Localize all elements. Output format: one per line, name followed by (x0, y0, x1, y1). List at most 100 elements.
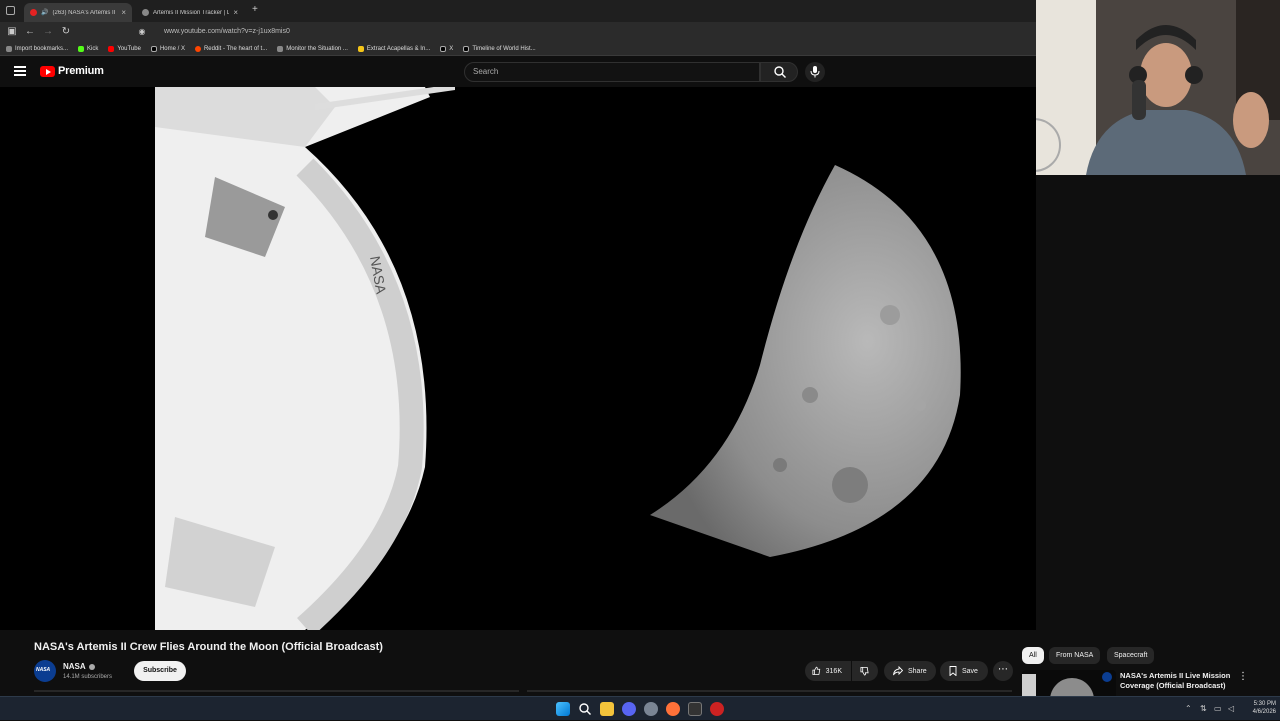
video-title: NASA's Artemis II Crew Flies Around the … (34, 641, 383, 653)
bookmark-label: Reddit - The heart of t... (203, 45, 268, 52)
dislike-button[interactable] (852, 661, 878, 681)
sidebar-toggle-icon[interactable]: ▣ (6, 26, 18, 38)
bookmark-label: Extract Acapellas & In... (366, 45, 431, 52)
page-icon (357, 45, 364, 52)
channel-avatar[interactable]: NASA (34, 660, 56, 682)
hamburger-menu-icon[interactable] (14, 66, 26, 76)
windows-taskbar: ⌃ ⇅ ▭ ◁ 5:30 PM 4/6/2026 (0, 696, 1280, 720)
kebab-menu-icon[interactable]: ⋮ (1238, 671, 1248, 682)
subscriber-count: 14.1M subscribers (63, 674, 113, 680)
bookmark-item[interactable]: Home / X (150, 45, 185, 52)
more-actions-button[interactable]: ⋯ (993, 661, 1013, 681)
bookmark-label: Import bookmarks... (15, 45, 69, 52)
x-icon (150, 45, 157, 52)
bookmark-item[interactable]: Reddit - The heart of t... (194, 45, 268, 52)
share-icon (893, 666, 903, 676)
new-tab-button[interactable]: + (252, 4, 258, 15)
bookmark-label: Timeline of World Hist... (472, 45, 536, 52)
thumbs-down-icon (860, 666, 869, 676)
bookmark-item[interactable]: Timeline of World Hist... (463, 45, 536, 52)
firefox-icon[interactable] (666, 702, 680, 716)
browser-icon[interactable] (710, 702, 724, 716)
youtube-favicon-icon (30, 9, 37, 16)
page-favicon-icon (142, 9, 149, 16)
reddit-icon (194, 45, 201, 52)
video-player[interactable]: NASA (0, 87, 1036, 630)
tab-label: (263) NASA's Artemis II Cre (52, 9, 117, 16)
search-button[interactable] (760, 62, 798, 82)
speaker-icon: 🔊 (41, 10, 49, 16)
page-icon (277, 45, 284, 52)
recommended-video-title[interactable]: NASA's Artemis II Live Mission Coverage … (1120, 671, 1238, 691)
youtube-play-icon (40, 65, 55, 77)
bookmark-item[interactable]: Extract Acapellas & In... (357, 45, 431, 52)
like-count: 316K (825, 667, 842, 675)
close-tab-icon[interactable]: × (121, 8, 126, 17)
moon-image (650, 165, 961, 557)
avatar-text: NASA (36, 667, 51, 673)
subscribe-button[interactable]: Subscribe (134, 661, 186, 681)
bookmark-item[interactable]: Import bookmarks... (6, 45, 69, 52)
youtube-premium-logo[interactable]: Premium (40, 65, 104, 77)
search-icon (774, 66, 786, 78)
verified-badge-icon (88, 663, 95, 670)
speaker-icon[interactable]: ◁ (1228, 704, 1234, 713)
secondary-column-background (1036, 175, 1280, 630)
forward-icon[interactable]: → (42, 26, 54, 38)
search-input[interactable]: Search (464, 62, 760, 82)
close-tab-icon[interactable]: × (233, 8, 238, 17)
site-info-icon[interactable]: ◉ (136, 26, 148, 38)
bookmark-label: X (449, 45, 454, 52)
content-divider (527, 690, 1012, 692)
bookmark-label: Kick (87, 45, 99, 52)
save-button[interactable]: Save (940, 661, 988, 681)
kick-icon (78, 45, 85, 52)
orion-spacecraft-image: NASA (155, 87, 455, 630)
channel-name-link[interactable]: NASA (63, 662, 95, 671)
bookmark-icon (949, 666, 957, 676)
bookmark-label: Home / X (159, 45, 185, 52)
chip-all[interactable]: All (1022, 647, 1044, 664)
bookmark-item[interactable]: Kick (78, 45, 99, 52)
microphone-icon (810, 66, 820, 78)
browser-tab[interactable]: Artemis II Mission Tracker | Live × (136, 3, 244, 22)
search-icon[interactable] (578, 702, 592, 716)
like-button[interactable]: 316K (805, 661, 851, 681)
voice-search-button[interactable] (805, 62, 825, 82)
bookmark-item[interactable]: YouTube (108, 45, 141, 52)
content-divider (34, 690, 519, 692)
import-icon (6, 45, 12, 52)
share-label: Share (908, 667, 927, 675)
clock-time: 5:30 PM (1253, 701, 1276, 707)
channel-avatar-small[interactable] (1102, 672, 1112, 682)
settings-icon[interactable] (644, 702, 658, 716)
chip-spacecraft[interactable]: Spacecraft (1107, 647, 1155, 664)
reload-icon[interactable]: ↻ (60, 26, 72, 38)
discord-icon[interactable] (622, 702, 636, 716)
bookmark-label: Monitor the Situation ... (286, 45, 348, 52)
tray-overflow-icon[interactable]: ⌃ (1185, 704, 1192, 713)
url-field[interactable]: www.youtube.com/watch?v=z-j1ux8mis0 (148, 25, 1048, 39)
share-button[interactable]: Share (884, 661, 936, 681)
file-explorer-icon[interactable] (600, 702, 614, 716)
system-clock[interactable]: 5:30 PM 4/6/2026 (1242, 700, 1276, 716)
x-icon (463, 45, 470, 52)
chip-from-nasa[interactable]: From NASA (1049, 647, 1101, 664)
save-label: Save (962, 667, 978, 675)
channel-name: NASA (63, 662, 86, 671)
tab-actions-icon[interactable] (6, 6, 15, 15)
logo-text: Premium (58, 65, 104, 77)
tab-label: Artemis II Mission Tracker | Live (153, 9, 230, 16)
back-icon[interactable]: ← (24, 26, 36, 38)
terminal-icon[interactable] (688, 702, 702, 716)
network-icon[interactable]: ⇅ (1200, 704, 1207, 713)
browser-tab-active[interactable]: 🔊 (263) NASA's Artemis II Cre × (24, 3, 132, 22)
more-icon: ⋯ (998, 664, 1008, 675)
bookmark-item[interactable]: Monitor the Situation ... (277, 45, 348, 52)
windows-start-icon[interactable] (556, 702, 570, 716)
volume-icon[interactable]: ▭ (1214, 704, 1222, 713)
youtube-icon (108, 45, 115, 52)
thumbs-up-icon (812, 666, 821, 675)
streamer-webcam-overlay (1036, 0, 1280, 175)
bookmark-item[interactable]: X (440, 45, 454, 52)
